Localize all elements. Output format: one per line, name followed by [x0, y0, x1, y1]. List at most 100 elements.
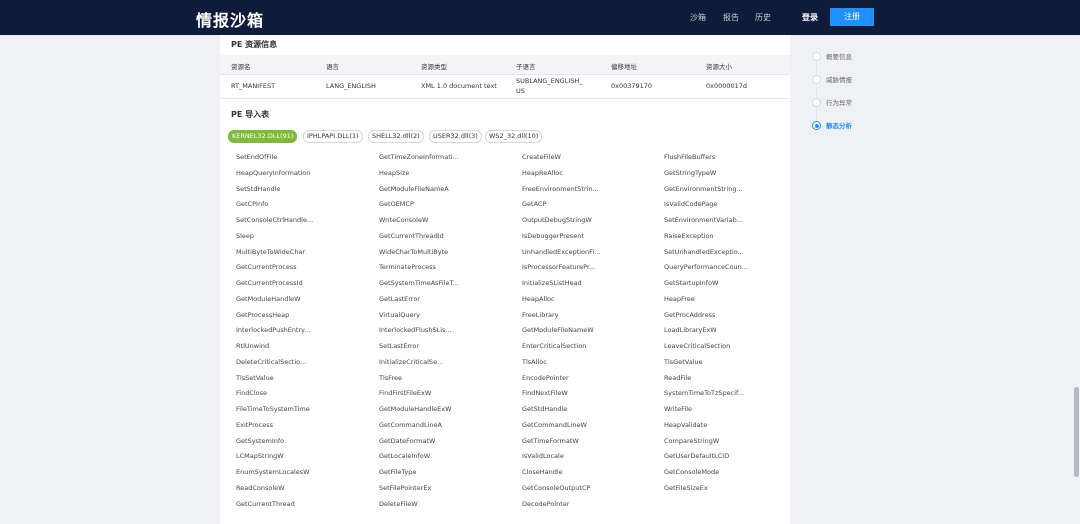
- nav-history[interactable]: 历史: [755, 12, 771, 23]
- import-function-item: SetFilePointerEx: [379, 483, 432, 492]
- import-function-item: FreeLibrary: [522, 310, 559, 319]
- import-function-item: TlsAlloc: [522, 357, 547, 366]
- cell-size: 0x0000017d: [706, 82, 748, 90]
- import-function-item: HeapFree: [664, 294, 695, 303]
- import-function-item: FindNextFileW: [522, 389, 568, 398]
- toc-item-behavior[interactable]: 行为异常: [826, 97, 852, 107]
- col-language: 语言: [326, 63, 339, 71]
- import-function-item: IsProcessorFeaturePr...: [522, 263, 596, 272]
- import-function-item: VirtualQuery: [379, 310, 420, 319]
- tab-user32[interactable]: USER32.dll(3): [429, 130, 482, 143]
- register-button[interactable]: 注册: [830, 8, 874, 26]
- import-function-item: GetCommandLineA: [379, 420, 442, 429]
- toc-item-overview[interactable]: 概要信息: [826, 51, 852, 61]
- import-function-item: TlsFree: [379, 373, 402, 382]
- import-function-item: GetCurrentThreadId: [379, 231, 444, 240]
- import-function-item: GetProcessHeap: [236, 310, 290, 319]
- import-function-item: GetCommandLineW: [522, 420, 587, 429]
- import-function-item: GetSystemInfo: [236, 436, 285, 445]
- import-function-item: DecodePointer: [522, 499, 570, 508]
- import-function-item: GetLocaleInfoW: [379, 452, 431, 461]
- import-function-item: GetLastError: [379, 294, 420, 303]
- import-function-item: InitializeCriticalSe...: [379, 357, 444, 366]
- import-function-item: GetFileType: [379, 468, 417, 476]
- import-function-item: GetTimeZoneInformati...: [379, 153, 459, 161]
- import-function-item: FlushFileBuffers: [664, 153, 716, 161]
- import-function-item: IsDebuggerPresent: [522, 231, 584, 240]
- tab-ws2-32[interactable]: WS2_32.dll(10): [485, 130, 543, 143]
- col-offset: 偏移地址: [611, 63, 637, 71]
- cell-sublanguage-line1: SUBLANG_ENGLISH_: [516, 77, 583, 85]
- cell-language: LANG_ENGLISH: [326, 82, 376, 90]
- import-function-item: InterlockedPushEntry...: [236, 326, 311, 335]
- toc-item-threat-intel[interactable]: 威胁情报: [826, 74, 852, 84]
- login-link[interactable]: 登录: [802, 12, 818, 23]
- import-function-item: GetModuleHandleW: [236, 294, 301, 303]
- import-function-item: HeapAlloc: [522, 294, 555, 303]
- cell-resource-name: RT_MANIFEST: [231, 82, 276, 90]
- import-function-item: FindFirstFileExW: [379, 389, 432, 398]
- import-function-item: ReadFile: [664, 373, 692, 382]
- import-function-item: DeleteCriticalSectio...: [236, 357, 307, 366]
- tab-iphlpapi[interactable]: IPHLPAPI.DLL(1): [303, 130, 363, 143]
- import-function-item: WideCharToMultiByte: [379, 247, 449, 256]
- import-function-item: InitializeSListHead: [522, 279, 582, 287]
- toc-dot-threat-intel[interactable]: [812, 75, 821, 84]
- import-function-item: IsValidLocale: [522, 452, 564, 461]
- import-function-item: ExitProcess: [236, 420, 273, 429]
- import-function-item: GetStartupInfoW: [664, 279, 719, 287]
- tab-kernel32[interactable]: KERNEL32.DLL(91): [228, 130, 298, 143]
- col-resource-name: 资源名: [231, 63, 251, 71]
- import-function-item: MultiByteToWideChar: [236, 247, 306, 256]
- import-function-item: TlsGetValue: [664, 357, 703, 366]
- import-function-item: HeapValidate: [664, 420, 708, 429]
- import-function-item: FreeEnvironmentStrin...: [522, 184, 599, 193]
- import-function-item: OutputDebugStringW: [522, 216, 592, 224]
- col-sublanguage: 子语言: [516, 63, 536, 71]
- import-function-item: GetModuleFileNameA: [379, 184, 449, 193]
- import-function-item: LeaveCriticalSection: [664, 342, 731, 350]
- col-size: 资源大小: [706, 63, 732, 71]
- import-function-item: Sleep: [236, 231, 255, 240]
- import-function-item: GetStringTypeW: [664, 168, 717, 177]
- cell-offset: 0x00379170: [611, 82, 653, 90]
- pe-imports-title: PE 导入表: [231, 110, 270, 119]
- app-logo[interactable]: 情报沙箱: [196, 7, 264, 31]
- pe-resources-title: PE 资源信息: [231, 40, 278, 49]
- scrollbar-thumb[interactable]: [1074, 387, 1079, 477]
- tab-shell32[interactable]: SHELL32.dll(2): [368, 130, 424, 143]
- import-function-item: WriteConsoleW: [379, 216, 429, 224]
- import-function-item: GetUserDefaultLCID: [664, 452, 730, 461]
- import-function-item: CreateFileW: [522, 153, 561, 161]
- toc-dot-static-analysis[interactable]: [812, 121, 821, 130]
- import-function-item: SetEnvironmentVariab...: [664, 216, 743, 224]
- import-function-item: GetModuleHandleExW: [379, 405, 452, 413]
- nav-sandbox[interactable]: 沙箱: [690, 12, 706, 23]
- toc-dot-overview[interactable]: [812, 52, 821, 61]
- import-function-item: SetConsoleCtrlHandle...: [236, 216, 314, 224]
- import-function-item: SetEndOfFile: [236, 153, 278, 161]
- import-function-item: HeapQueryInformation: [236, 168, 311, 177]
- import-function-item: FileTimeToSystemTime: [236, 405, 310, 413]
- import-function-item: GetACP: [522, 200, 547, 209]
- import-function-item: EnumSystemLocalesW: [236, 468, 310, 476]
- import-function-item: GetCurrentThread: [236, 499, 295, 508]
- import-function-item: ReadConsoleW: [236, 483, 285, 492]
- import-function-item: InterlockedFlushSLis...: [379, 326, 452, 335]
- cell-sublanguage-line2: US: [516, 87, 525, 95]
- import-function-item: SystemTimeToTzSpecif...: [664, 389, 745, 398]
- import-function-item: GetFileSizeEx: [664, 483, 708, 492]
- import-function-item: QueryPerformanceCoun...: [664, 263, 748, 272]
- row-divider: [220, 98, 790, 99]
- import-function-item: GetCurrentProcess: [236, 263, 297, 272]
- import-function-item: SetLastError: [379, 342, 420, 350]
- import-function-item: FindClose: [236, 389, 268, 398]
- toc-item-static-analysis[interactable]: 静态分析: [826, 120, 852, 130]
- nav-report[interactable]: 报告: [723, 12, 739, 23]
- toc-dot-behavior[interactable]: [812, 98, 821, 107]
- import-function-item: GetOEMCP: [379, 200, 414, 209]
- top-navbar: [0, 0, 1080, 35]
- import-function-item: EncodePointer: [522, 373, 569, 382]
- col-resource-type: 资源类型: [421, 63, 447, 71]
- import-function-item: GetConsoleOutputCP: [522, 483, 591, 492]
